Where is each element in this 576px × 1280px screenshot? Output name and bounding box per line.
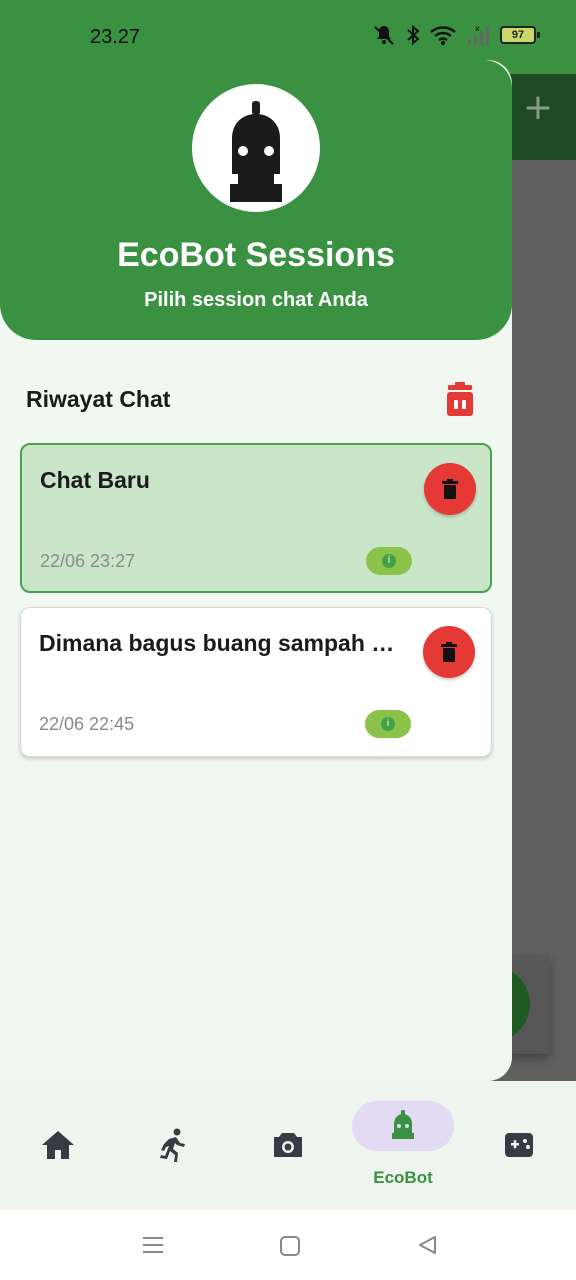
drawer-title: EcoBot Sessions <box>117 236 395 274</box>
session-title: Chat Baru <box>40 467 150 493</box>
delete-session-button[interactable] <box>423 626 475 678</box>
robot-icon <box>392 1110 414 1139</box>
system-navigation-bar <box>0 1210 576 1280</box>
camera-icon <box>274 1133 302 1157</box>
session-info-badge[interactable]: i <box>365 710 411 738</box>
session-drawer: EcoBot Sessions Pilih session chat Anda … <box>0 60 512 1081</box>
robot-icon <box>230 101 282 202</box>
bluetooth-icon <box>407 24 420 46</box>
session-card-active[interactable]: Chat Baru 22/06 23:27 i <box>20 443 492 593</box>
section-title: Riwayat Chat <box>26 386 171 412</box>
drawer-header: EcoBot Sessions Pilih session chat Anda <box>0 60 512 340</box>
nav-item-games[interactable] <box>461 1081 576 1210</box>
menu-icon[interactable] <box>141 1235 165 1255</box>
trash-icon <box>447 382 473 416</box>
background-plus-icon: + <box>522 87 554 128</box>
session-date: 22/06 22:45 <box>39 714 135 734</box>
nav-item-home[interactable] <box>0 1081 115 1210</box>
trash-icon <box>442 479 458 499</box>
back-icon[interactable] <box>416 1234 438 1256</box>
running-icon <box>160 1128 185 1162</box>
session-date: 22/06 23:27 <box>40 551 136 571</box>
signal-icon: x <box>468 25 489 45</box>
drawer-subtitle: Pilih session chat Anda <box>144 289 368 311</box>
home-square-icon[interactable] <box>279 1235 301 1257</box>
info-icon: i <box>382 554 396 568</box>
status-icons: x 97 <box>372 24 540 46</box>
game-controller-icon <box>505 1133 533 1157</box>
delete-session-button[interactable] <box>424 463 476 515</box>
mute-icon <box>374 26 394 45</box>
avatar <box>192 84 320 212</box>
info-icon: i <box>381 717 395 731</box>
bottom-navigation: EcoBot <box>0 1081 576 1210</box>
clear-all-button[interactable] <box>440 382 480 418</box>
nav-item-activity[interactable] <box>115 1081 230 1210</box>
nav-label-ecobot: EcoBot <box>373 1168 433 1187</box>
session-card[interactable]: Dimana bagus buang sampah … 22/06 22:45 … <box>20 607 492 757</box>
svg-text:x: x <box>475 25 480 33</box>
session-info-badge[interactable]: i <box>366 547 412 575</box>
battery-icon: 97 <box>500 26 540 44</box>
status-time: 23.27 <box>90 26 141 48</box>
home-icon <box>42 1131 74 1159</box>
wifi-icon <box>430 26 456 45</box>
trash-icon <box>441 642 457 662</box>
nav-item-camera[interactable] <box>230 1081 345 1210</box>
session-title: Dimana bagus buang sampah … <box>39 630 395 656</box>
